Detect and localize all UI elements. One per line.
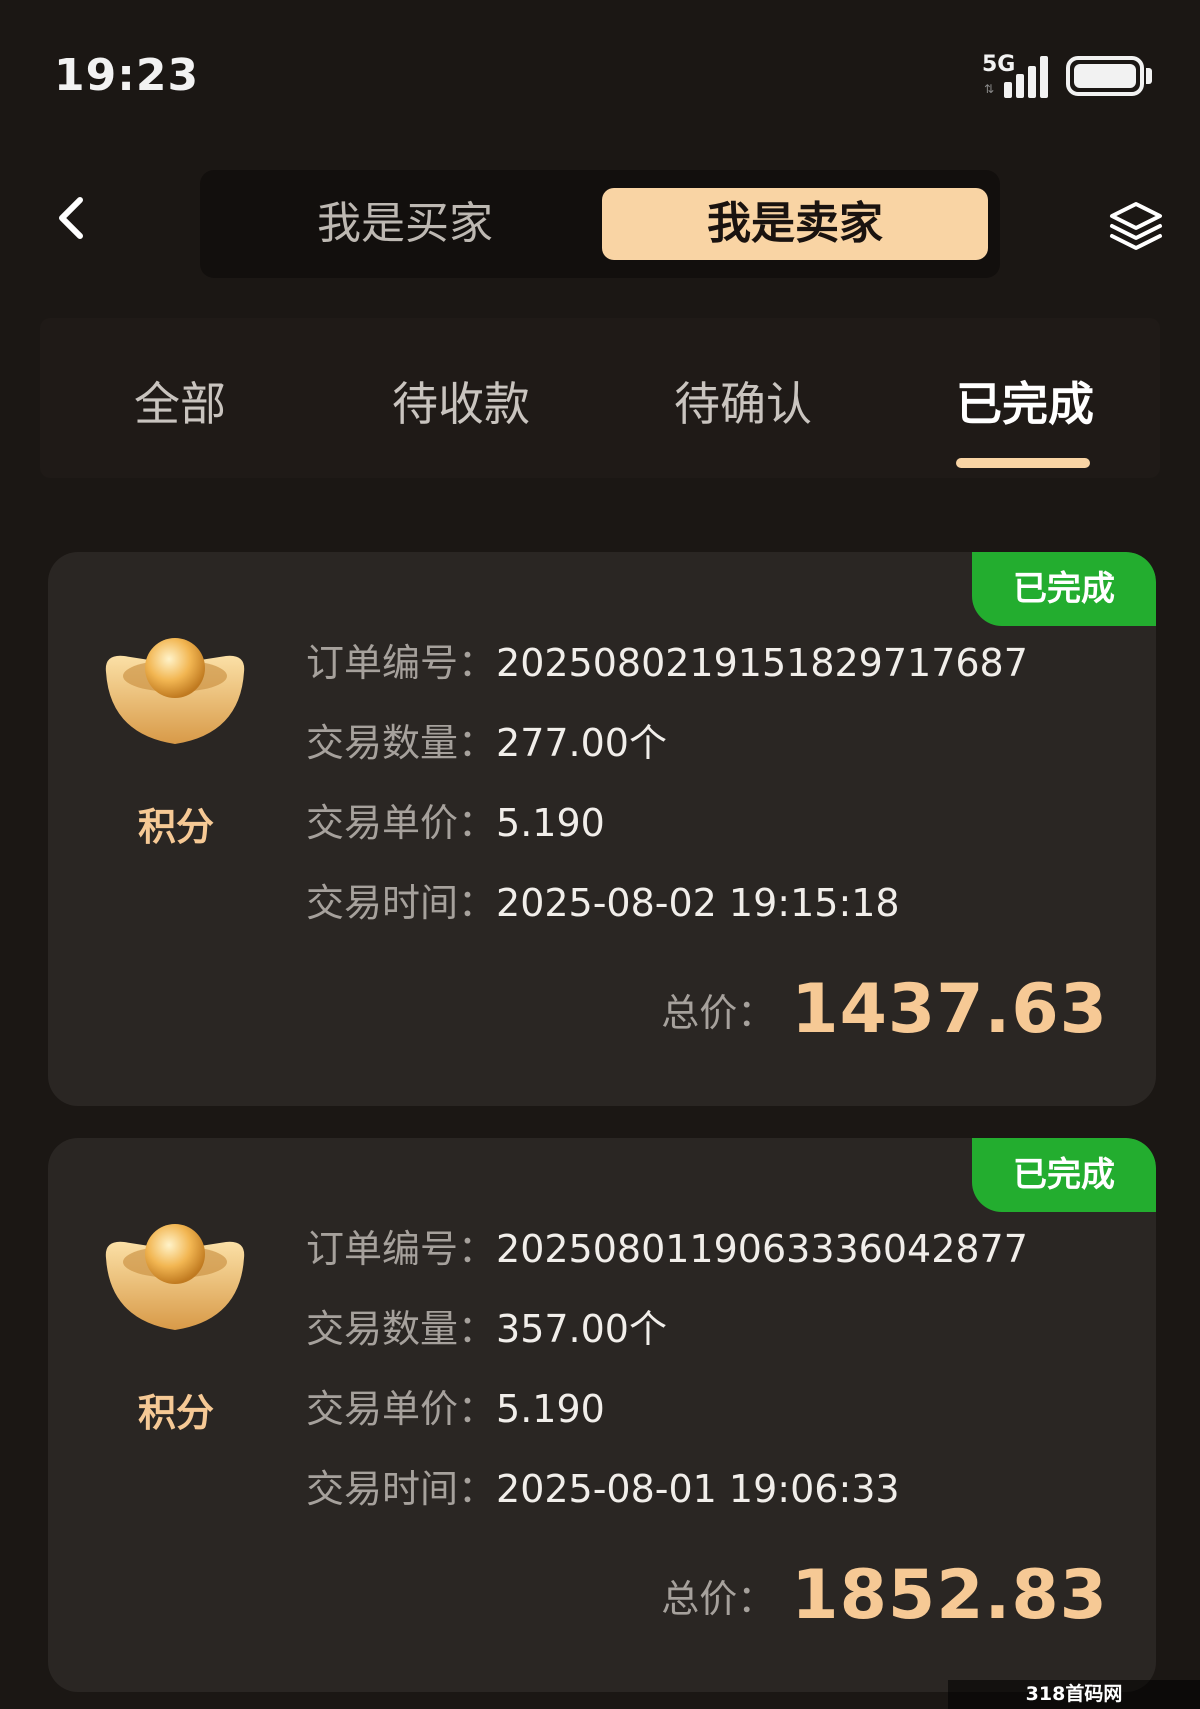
unit-price-row: 交易单价：5.190 (306, 792, 605, 847)
quantity-value: 357.00个 (496, 1307, 667, 1351)
order-number-label: 订单编号： (306, 641, 497, 685)
chevron-left-icon[interactable] (44, 190, 100, 246)
total-price-label: 总价： (661, 1577, 776, 1621)
quantity-row: 交易数量：357.00个 (306, 1298, 667, 1353)
unit-price-row: 交易单价：5.190 (306, 1378, 605, 1433)
order-number-value: 2025080219151829717687 (496, 641, 1028, 685)
battery-level (1074, 64, 1136, 88)
active-tab-indicator (956, 458, 1090, 468)
unit-price-value: 5.190 (496, 1387, 605, 1431)
trade-time-label: 交易时间： (306, 881, 497, 925)
unit-price-label: 交易单价： (306, 801, 497, 845)
order-number-row: 订单编号：2025080119063336042877 (306, 1218, 1028, 1273)
role-switcher: 我是买家 我是卖家 (200, 170, 1000, 278)
quantity-label: 交易数量： (306, 1307, 497, 1351)
unit-price-label: 交易单价： (306, 1387, 497, 1431)
gold-ingot-icon (100, 1220, 250, 1338)
trade-time-value: 2025-08-02 19:15:18 (496, 881, 900, 925)
data-arrows-icon: ⇅ (984, 82, 995, 96)
order-card[interactable]: 已完成 积分 订单编号：2025080119063336042877 交易数量：… (48, 1138, 1156, 1692)
status-filter-tabs: 全部 待收款 待确认 已完成 (40, 318, 1160, 478)
layers-icon[interactable] (1108, 198, 1164, 254)
status-badge: 已完成 (972, 552, 1156, 626)
trade-time-value: 2025-08-01 19:06:33 (496, 1467, 900, 1511)
battery-icon (1066, 56, 1144, 96)
order-list-page: 19:23 5G ⇅ 我是买家 我是卖家 全部 待收款 待确认 已完成 已完成 … (0, 0, 1200, 1709)
trade-time-row: 交易时间：2025-08-01 19:06:33 (306, 1458, 900, 1513)
total-price-value: 1437.63 (791, 970, 1108, 1049)
order-number-label: 订单编号： (306, 1227, 497, 1271)
asset-name: 积分 (138, 805, 215, 849)
signal-bars (1004, 54, 1054, 98)
signal-icon: 5G ⇅ (982, 52, 1052, 98)
tab-all[interactable]: 全部 (134, 368, 226, 434)
total-price: 总价： 1852.83 (661, 1556, 1108, 1635)
quantity-row: 交易数量：277.00个 (306, 712, 667, 767)
total-price-label: 总价： (661, 991, 776, 1035)
tab-buyer[interactable]: 我是买家 (220, 188, 590, 260)
quantity-label: 交易数量： (306, 721, 497, 765)
status-badge: 已完成 (972, 1138, 1156, 1212)
status-time: 19:23 (54, 50, 200, 101)
order-card[interactable]: 已完成 积分 订单编号：2025080219151829717687 交易数量：… (48, 552, 1156, 1106)
gold-ingot-icon (100, 634, 250, 752)
total-price-value: 1852.83 (791, 1556, 1108, 1635)
trade-time-row: 交易时间：2025-08-02 19:15:18 (306, 872, 900, 927)
tab-pending-confirm[interactable]: 待确认 (674, 368, 812, 434)
trade-time-label: 交易时间： (306, 1467, 497, 1511)
asset-name: 积分 (138, 1391, 215, 1435)
battery-tip (1146, 68, 1152, 84)
top-header: 我是买家 我是卖家 (0, 150, 1200, 300)
unit-price-value: 5.190 (496, 801, 605, 845)
order-number-value: 2025080119063336042877 (496, 1227, 1028, 1271)
site-watermark: 318首码网 www.e318.com (948, 1680, 1200, 1709)
tab-completed[interactable]: 已完成 (956, 368, 1094, 434)
order-number-row: 订单编号：2025080219151829717687 (306, 632, 1028, 687)
total-price: 总价： 1437.63 (661, 970, 1108, 1049)
tab-pending-payment[interactable]: 待收款 (392, 368, 530, 434)
quantity-value: 277.00个 (496, 721, 667, 765)
tab-seller[interactable]: 我是卖家 (602, 188, 988, 260)
status-bar: 19:23 5G ⇅ (0, 0, 1200, 150)
